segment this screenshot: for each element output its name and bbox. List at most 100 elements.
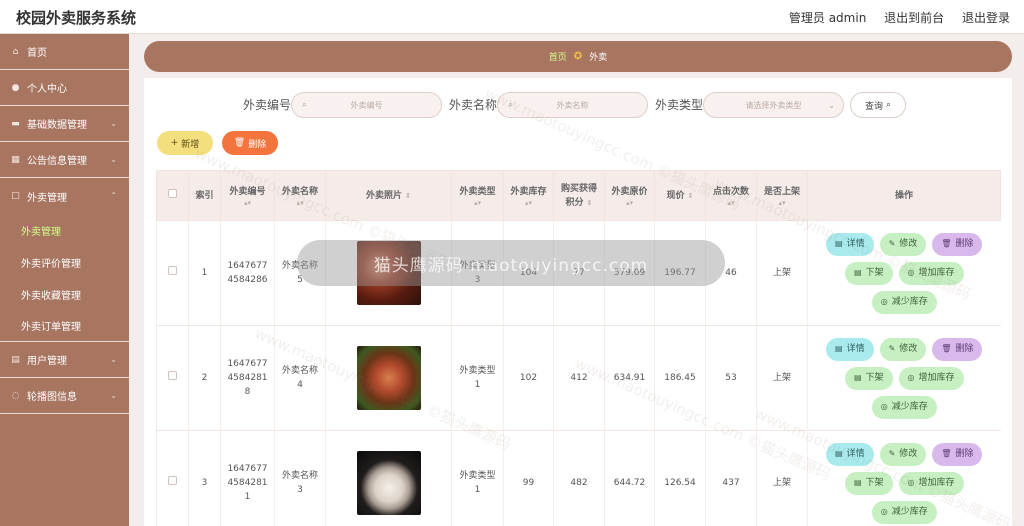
detail-label: 详情 xyxy=(846,344,865,354)
row-checkbox[interactable] xyxy=(168,371,177,380)
add-stock-button[interactable]: ◎ 增加库存 xyxy=(898,471,964,495)
select-all-checkbox[interactable] xyxy=(168,188,177,198)
query-label: 查询 xyxy=(864,101,883,112)
add-stock-label: 增加库存 xyxy=(918,478,955,488)
add-stock-label: 增加库存 xyxy=(918,268,955,278)
cell-code: 1647677 4584281 8 xyxy=(220,325,275,431)
sort-icon[interactable]: ▴▾ xyxy=(605,199,654,207)
cell-ops: ▤ 详情 ✎ 修改 🗑 删除 ▤ 下架 ◎ 增加库存 ◎ 减少库存 xyxy=(807,325,1001,431)
header-photo-label: 外卖照片 xyxy=(365,190,402,201)
sidebar-item-home[interactable]: ⌂ 首页 xyxy=(0,34,129,70)
chevron-down-icon: ⌄ xyxy=(110,155,117,164)
reduce-stock-label: 减少库存 xyxy=(891,297,928,307)
takeout-table: 索引 外卖编号 ▴▾ 外卖名称 ▴▾ 外卖照片 ⇕ 外卖类型 ▴▾ 外卖库存 ▴▾ 购买… xyxy=(156,170,1001,526)
sort-icon[interactable]: ⇕ xyxy=(688,192,694,200)
header-stock[interactable]: 外卖库存 ▴▾ xyxy=(503,170,554,221)
chevron-down-icon: ⌄ xyxy=(110,119,117,128)
sidebar-item-profile[interactable]: ● 个人中心 xyxy=(0,70,129,106)
row-delete-button[interactable]: 🗑 删除 xyxy=(932,232,983,256)
unlist-button[interactable]: ▤ 下架 xyxy=(844,261,893,285)
header-price[interactable]: 现价 ⇕ xyxy=(654,170,706,221)
sidebar-item-carousel[interactable]: ◌ 轮播图信息 ⌄ xyxy=(0,378,129,414)
sidebar-item-announcements[interactable]: ▦ 公告信息管理 ⌄ xyxy=(0,142,129,178)
add-stock-button[interactable]: ◎ 增加库存 xyxy=(898,366,964,390)
sidebar-item-basic-data[interactable]: ▬ 基础数据管理 ⌄ xyxy=(0,106,129,142)
sidebar-subitem-orders[interactable]: 外卖订单管理 xyxy=(0,310,129,342)
cell-photo xyxy=(325,430,452,526)
row-delete-button[interactable]: 🗑 删除 xyxy=(932,337,983,361)
header-listed[interactable]: 是否上架 ▴▾ xyxy=(756,170,808,221)
search-icon: ⌕ xyxy=(302,100,308,110)
sort-icon[interactable]: ▴▾ xyxy=(275,199,325,207)
cell-price: 126.54 xyxy=(654,430,706,526)
edit-button[interactable]: ✎ 修改 xyxy=(879,442,927,466)
add-label: 新增 xyxy=(181,139,200,150)
cell-code: 1647677 4584286 xyxy=(220,220,275,326)
edit-button[interactable]: ✎ 修改 xyxy=(879,337,927,361)
add-stock-button[interactable]: ◎ 增加库存 xyxy=(898,261,964,285)
row-delete-label: 删除 xyxy=(955,239,974,249)
delete-button[interactable]: 🗑 删除 xyxy=(222,131,278,155)
reduce-stock-label: 减少库存 xyxy=(891,402,928,412)
row-delete-button[interactable]: 🗑 删除 xyxy=(932,442,983,466)
sidebar-subitem-favorites[interactable]: 外卖收藏管理 xyxy=(0,278,129,310)
header-photo[interactable]: 外卖照片 ⇕ xyxy=(325,170,452,221)
sort-icon[interactable]: ▴▾ xyxy=(221,199,274,207)
sidebar-subitem-takeout-manage[interactable]: 外卖管理 xyxy=(0,214,129,246)
add-button[interactable]: + 新增 xyxy=(157,131,213,155)
loading-overlay: 猫头鹰源码 maotouyingcc.com xyxy=(297,240,725,286)
row-select-cell[interactable] xyxy=(156,325,189,431)
sidebar-item-users[interactable]: ▤ 用户管理 ⌄ xyxy=(0,342,129,378)
type-select[interactable]: 请选择外卖类型 ⌄ xyxy=(703,92,844,118)
sidebar: ⌂ 首页 ● 个人中心 ▬ 基础数据管理 ⌄ ▦ 公告信息管理 ⌄ □ 外卖管理… xyxy=(0,34,129,526)
reduce-stock-button[interactable]: ◎ 减少库存 xyxy=(871,290,937,314)
sort-icon[interactable]: ▴▾ xyxy=(504,199,553,207)
food-photo[interactable] xyxy=(356,346,421,410)
select-all-cell[interactable] xyxy=(156,170,189,221)
row-select-cell[interactable] xyxy=(156,430,189,526)
reduce-stock-button[interactable]: ◎ 减少库存 xyxy=(871,395,937,419)
sidebar-subitem-reviews[interactable]: 外卖评价管理 xyxy=(0,246,129,278)
header-type[interactable]: 外卖类型 ▴▾ xyxy=(451,170,504,221)
header-code[interactable]: 外卖编号 ▴▾ xyxy=(220,170,275,221)
sort-icon[interactable]: ⇕ xyxy=(405,192,411,200)
cell-listed: 上架 xyxy=(756,430,808,526)
detail-button[interactable]: ▤ 详情 xyxy=(826,442,874,466)
query-button[interactable]: 查询 ⌕ xyxy=(850,92,906,118)
breadcrumb-current: 外卖 xyxy=(589,53,608,63)
detail-button[interactable]: ▤ 详情 xyxy=(826,232,874,256)
sort-icon[interactable]: ▴▾ xyxy=(757,199,807,207)
code-placeholder: 外卖编号 xyxy=(350,100,383,110)
row-checkbox[interactable] xyxy=(168,476,177,485)
header-clicks[interactable]: 点击次数 ▴▾ xyxy=(705,170,757,221)
header-orig-price[interactable]: 外卖原价 ▴▾ xyxy=(604,170,655,221)
header-name[interactable]: 外卖名称 ▴▾ xyxy=(274,170,326,221)
header-points[interactable]: 购买获得 积分 ⇕ xyxy=(553,170,605,221)
detail-button[interactable]: ▤ 详情 xyxy=(826,337,874,361)
sort-icon[interactable]: ▴▾ xyxy=(452,199,503,207)
unlist-button[interactable]: ▤ 下架 xyxy=(844,366,893,390)
sort-icon[interactable]: ▴▾ xyxy=(706,199,756,207)
reduce-stock-button[interactable]: ◎ 减少库存 xyxy=(871,500,937,524)
sidebar-item-label: 基础数据管理 xyxy=(27,120,87,131)
search-icon: ⌕ xyxy=(508,100,514,110)
exit-to-front-link[interactable]: 退出到前台 xyxy=(884,11,944,25)
name-search-input[interactable]: ⌕ 外卖名称 xyxy=(497,92,648,118)
code-search-input[interactable]: ⌕ 外卖编号 xyxy=(291,92,442,118)
sidebar-item-takeout[interactable]: □ 外卖管理 ⌃ xyxy=(0,178,129,214)
document-icon: ▤ xyxy=(835,239,843,248)
home-icon: ⌂ xyxy=(12,46,19,57)
bulb-icon: ◎ xyxy=(907,373,915,382)
food-photo[interactable] xyxy=(356,451,421,515)
row-checkbox[interactable] xyxy=(168,266,177,275)
header-name-label: 外卖名称 xyxy=(281,186,318,197)
row-select-cell[interactable] xyxy=(156,220,189,326)
sort-icon[interactable]: ⇕ xyxy=(587,199,593,207)
edit-button[interactable]: ✎ 修改 xyxy=(879,232,927,256)
cell-index: 3 xyxy=(188,430,221,526)
breadcrumb-home[interactable]: 首页 xyxy=(549,50,567,63)
cell-orig-price: 644.72 xyxy=(604,430,655,526)
cell-index: 1 xyxy=(188,220,221,326)
unlist-button[interactable]: ▤ 下架 xyxy=(844,471,893,495)
logout-link[interactable]: 退出登录 xyxy=(962,11,1010,25)
